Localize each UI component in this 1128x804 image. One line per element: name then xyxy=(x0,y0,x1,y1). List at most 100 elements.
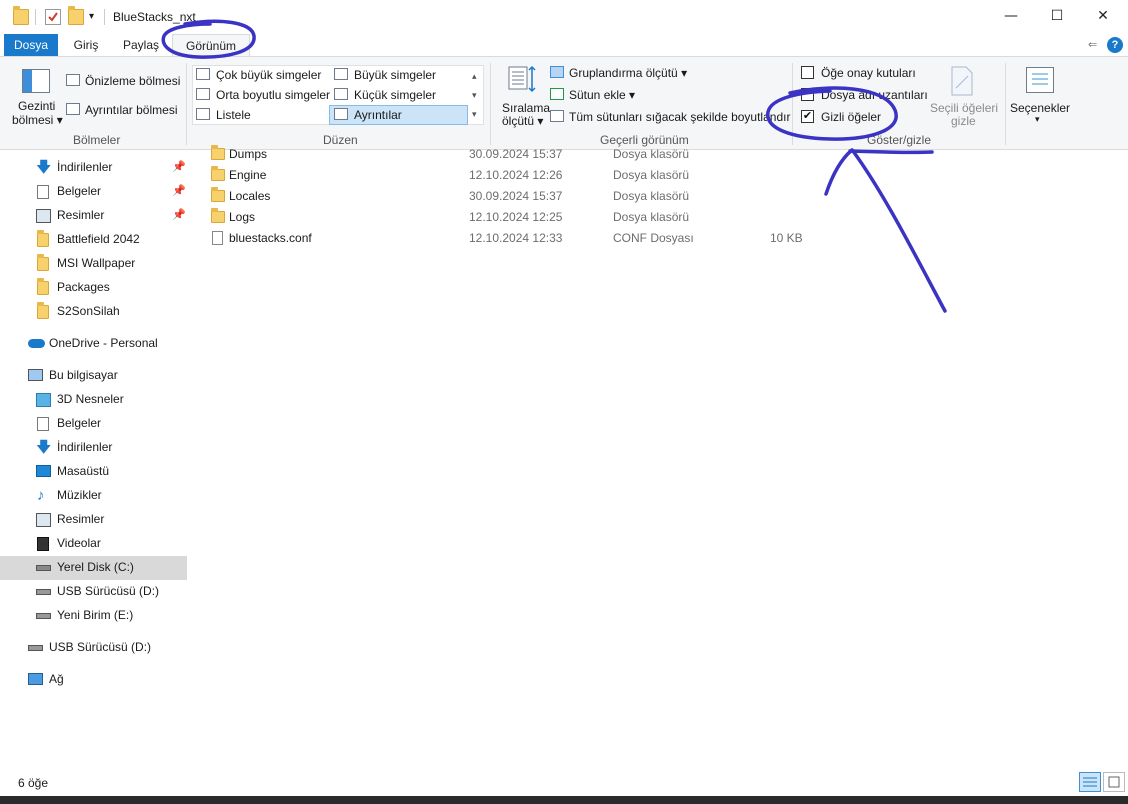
nav-item-quick-documents[interactable]: Belgeler 📌 xyxy=(0,180,187,204)
layout-small-icons[interactable]: Küçük simgeler xyxy=(354,88,436,102)
hidden-items-checkbox[interactable]: ✔ xyxy=(801,110,814,123)
file-row[interactable]: Logs 12.10.2024 12:25 Dosya klasörü xyxy=(190,207,1128,228)
nav-item-s2sonsilah[interactable]: S2SonSilah xyxy=(0,300,187,324)
large-icons-view-button[interactable] xyxy=(1103,772,1125,792)
nav-item-label: Masaüstü xyxy=(57,464,110,478)
nav-item-quick-pictures[interactable]: Resimler 📌 xyxy=(0,204,187,228)
file-extensions-label[interactable]: Dosya adı uzantıları xyxy=(821,88,928,102)
file-row[interactable]: Engine 12.10.2024 12:26 Dosya klasörü xyxy=(190,165,1128,186)
file-row[interactable]: Locales 30.09.2024 15:37 Dosya klasörü xyxy=(190,186,1128,207)
nav-item-documents[interactable]: Belgeler xyxy=(0,412,187,436)
tab-share[interactable]: Paylaş xyxy=(114,34,168,56)
navigation-pane-icon[interactable] xyxy=(22,69,50,93)
document-icon xyxy=(37,185,49,199)
nav-item-3d-objects[interactable]: 3D Nesneler xyxy=(0,388,187,412)
tab-view[interactable]: Görünüm xyxy=(172,34,250,56)
list-icon xyxy=(196,108,210,120)
nav-item-quick-downloads[interactable]: 🡇 İndirilenler 📌 xyxy=(0,156,187,180)
download-arrow-icon: 🡇 xyxy=(36,439,52,456)
hidden-items-label[interactable]: Gizli öğeler xyxy=(821,110,881,124)
new-folder-icon[interactable] xyxy=(68,6,84,25)
pin-icon[interactable]: 📌 xyxy=(172,160,186,173)
details-icon xyxy=(334,108,348,120)
options-button[interactable]: Seçenekler xyxy=(1010,101,1070,115)
hide-selected-items-label-1[interactable]: Seçili öğeleri xyxy=(930,101,998,115)
nav-item-this-pc[interactable]: Bu bilgisayar xyxy=(0,364,187,388)
nav-item-label: USB Sürücüsü (D:) xyxy=(49,640,152,654)
size-all-columns-button[interactable]: Tüm sütunları sığacak şekilde boyutlandı… xyxy=(569,110,790,124)
nav-item-downloads[interactable]: 🡇 İndirilenler xyxy=(0,436,187,460)
minimize-button[interactable]: — xyxy=(988,0,1034,32)
details-view-button[interactable] xyxy=(1079,772,1101,792)
nav-item-usb-d[interactable]: USB Sürücüsü (D:) xyxy=(0,580,187,604)
nav-item-usb-root[interactable]: USB Sürücüsü (D:) xyxy=(0,636,187,660)
pin-icon[interactable]: 📌 xyxy=(172,184,186,197)
taskbar-strip xyxy=(0,796,1128,804)
quick-access-dropdown-icon[interactable]: ▾ xyxy=(89,11,94,22)
layout-scroll-icon[interactable]: ▴ ▾ ▾ xyxy=(472,67,477,124)
drive-icon xyxy=(36,613,51,619)
file-row[interactable]: bluestacks.conf 12.10.2024 12:33 CONF Do… xyxy=(190,228,1128,249)
sort-by-icon[interactable] xyxy=(508,65,536,93)
expand-ribbon-icon[interactable]: ⇐ xyxy=(1088,38,1097,51)
film-icon xyxy=(37,537,49,551)
nav-item-music[interactable]: ♪ Müzikler xyxy=(0,484,187,508)
computer-icon xyxy=(28,369,43,381)
layout-medium-icons[interactable]: Orta boyutlu simgeler xyxy=(216,88,330,102)
group-by-button[interactable]: Gruplandırma ölçütü ▾ xyxy=(569,66,687,80)
help-icon[interactable]: ? xyxy=(1107,37,1123,53)
nav-item-local-disk-c[interactable]: Yerel Disk (C:) xyxy=(0,556,187,580)
file-type: CONF Dosyası xyxy=(613,231,694,245)
file-row[interactable]: Dumps 30.09.2024 15:37 Dosya klasörü xyxy=(190,144,1128,165)
navigation-pane-label-1[interactable]: Gezinti xyxy=(18,99,55,113)
hide-selected-items-label-2[interactable]: gizle xyxy=(951,114,976,128)
nav-item-videos[interactable]: Videolar xyxy=(0,532,187,556)
navigation-pane-label-2[interactable]: bölmesi ▾ xyxy=(12,113,63,127)
medium-icons-icon xyxy=(196,88,210,100)
music-note-icon: ♪ xyxy=(37,487,45,504)
nav-item-packages[interactable]: Packages xyxy=(0,276,187,300)
file-type: Dosya klasörü xyxy=(613,210,690,224)
nav-item-msi-wallpaper[interactable]: MSI Wallpaper xyxy=(0,252,187,276)
options-dropdown-icon[interactable]: ▾ xyxy=(1035,114,1040,125)
layout-list[interactable]: Listele xyxy=(216,108,251,122)
item-checkboxes-checkbox[interactable] xyxy=(801,66,814,79)
details-pane-button[interactable]: Ayrıntılar bölmesi xyxy=(85,103,177,117)
close-button[interactable]: ✕ xyxy=(1080,0,1126,32)
tab-home[interactable]: Giriş xyxy=(62,34,110,56)
pin-icon[interactable]: 📌 xyxy=(172,208,186,221)
layout-large-icons[interactable]: Büyük simgeler xyxy=(354,68,436,82)
desktop-icon xyxy=(36,465,51,477)
file-extensions-checkbox[interactable] xyxy=(801,88,814,101)
cloud-icon xyxy=(28,339,45,348)
folder-icon xyxy=(211,208,225,223)
nav-item-network[interactable]: Ağ xyxy=(0,668,187,692)
file-date: 12.10.2024 12:25 xyxy=(469,210,563,224)
tab-file[interactable]: Dosya xyxy=(4,34,58,56)
hide-selected-items-icon[interactable] xyxy=(950,66,974,96)
small-icons-icon xyxy=(334,88,348,100)
extra-large-icons-icon xyxy=(196,68,210,80)
item-checkboxes-label[interactable]: Öğe onay kutuları xyxy=(821,66,916,80)
layout-details[interactable]: Ayrıntılar xyxy=(354,108,402,122)
nav-item-desktop[interactable]: Masaüstü xyxy=(0,460,187,484)
preview-pane-button[interactable]: Önizleme bölmesi xyxy=(85,74,180,88)
nav-item-label: S2SonSilah xyxy=(57,304,120,318)
file-date: 12.10.2024 12:33 xyxy=(469,231,563,245)
layout-extra-large-icons[interactable]: Çok büyük simgeler xyxy=(216,68,321,82)
cube-3d-icon xyxy=(36,393,51,407)
nav-item-battlefield[interactable]: Battlefield 2042 xyxy=(0,228,187,252)
nav-item-new-volume-e[interactable]: Yeni Birim (E:) xyxy=(0,604,187,628)
large-icons-icon xyxy=(334,68,348,80)
nav-item-pictures[interactable]: Resimler xyxy=(0,508,187,532)
sort-by-label-2[interactable]: ölçütü ▾ xyxy=(502,114,543,128)
file-icon xyxy=(212,231,223,245)
options-icon[interactable] xyxy=(1026,67,1054,93)
sort-by-label-1[interactable]: Sıralama xyxy=(502,101,550,115)
properties-check-icon[interactable] xyxy=(45,9,61,25)
file-date: 30.09.2024 15:37 xyxy=(469,147,563,161)
maximize-button[interactable]: ☐ xyxy=(1034,0,1080,32)
size-columns-icon xyxy=(550,110,564,122)
nav-item-onedrive[interactable]: OneDrive - Personal xyxy=(0,332,187,356)
add-columns-button[interactable]: Sütun ekle ▾ xyxy=(569,88,635,102)
